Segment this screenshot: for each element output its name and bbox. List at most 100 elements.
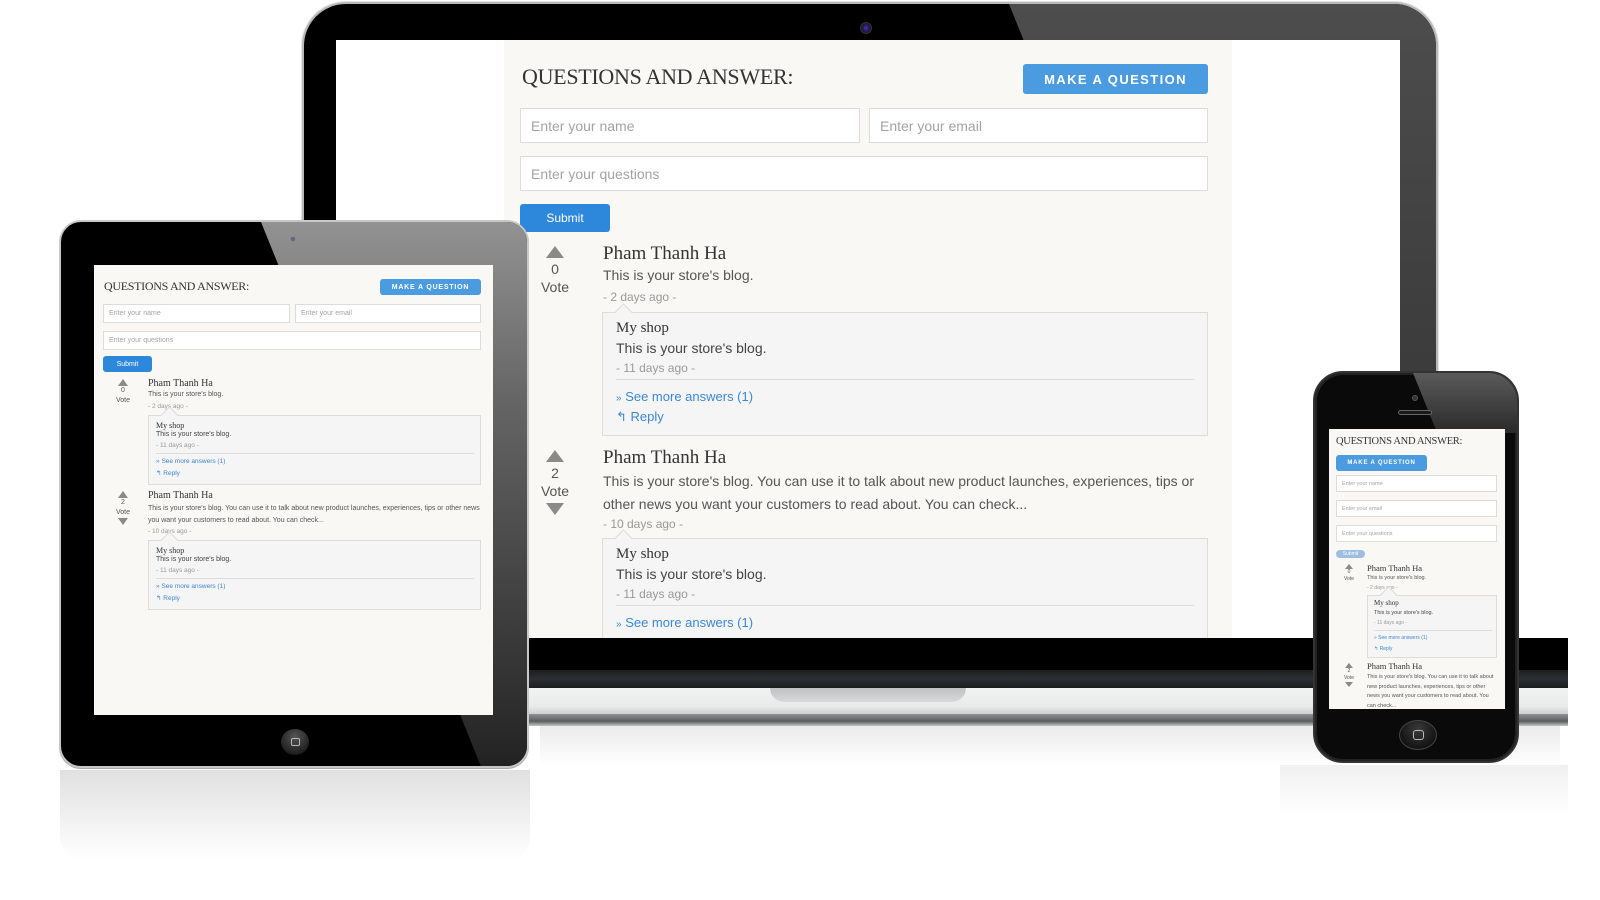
name-input[interactable]: Enter your name — [1336, 475, 1497, 492]
answer-body: This is your store's blog. — [1374, 610, 1434, 616]
reply-icon: ↰ — [156, 595, 162, 602]
vote-count: 2 — [1347, 668, 1351, 674]
question-input[interactable]: Enter your questions — [103, 331, 481, 350]
name-input[interactable]: Enter your name — [520, 108, 860, 143]
question-input[interactable]: Enter your questions — [1336, 525, 1497, 542]
tablet-home-button-icon — [281, 729, 309, 755]
make-question-button[interactable]: MAKE A QUESTION — [380, 279, 481, 295]
vote-count: 2 — [551, 465, 559, 481]
answer-box: My shop This is your store's blog. - 11 … — [148, 415, 481, 485]
see-more-answers-link[interactable]: »︎ See more answers (1) — [156, 583, 225, 590]
see-more-answers-link[interactable]: »︎ See more answers (1) — [1374, 635, 1427, 641]
reply-icon: ↰ — [1374, 646, 1379, 652]
answer-divider — [156, 578, 474, 579]
qa-page-tablet: QUESTIONS AND ANSWER: MAKE A QUESTION En… — [94, 265, 493, 715]
email-input[interactable]: Enter your email — [1336, 500, 1497, 517]
answer-divider — [156, 453, 474, 454]
submit-button[interactable]: Submit — [520, 204, 610, 232]
email-placeholder: Enter your email — [301, 310, 352, 317]
name-placeholder: Enter your name — [531, 117, 635, 134]
upvote-icon[interactable] — [118, 379, 128, 386]
vote-widget: 2 Vote — [538, 450, 572, 515]
tablet-reflection — [60, 770, 530, 860]
vote-count: 2 — [121, 499, 125, 506]
make-question-button[interactable]: MAKE A QUESTION — [1336, 455, 1427, 471]
question-input[interactable]: Enter your questions — [520, 156, 1208, 191]
downvote-icon[interactable] — [1345, 682, 1353, 687]
answer-time: - 11 days ago - — [1374, 620, 1407, 626]
phone-reflection — [1280, 765, 1568, 815]
vote-widget: 0 Vote — [1342, 564, 1356, 583]
reply-icon: ↰ — [616, 409, 627, 424]
answer-time: - 11 days ago - — [616, 587, 696, 601]
vote-label: Vote — [1343, 576, 1354, 582]
see-more-answers-link[interactable]: »︎ See more answers (1) — [616, 389, 753, 404]
email-placeholder: Enter your email — [1342, 505, 1383, 512]
reply-link[interactable]: ↰ Reply — [1374, 646, 1392, 652]
page-title: QUESTIONS AND ANSWER: — [522, 64, 794, 89]
page-title: QUESTIONS AND ANSWER: — [104, 279, 250, 293]
downvote-icon[interactable] — [118, 518, 128, 525]
email-input[interactable]: Enter your email — [869, 108, 1208, 143]
answer-author: My shop — [156, 546, 185, 555]
answer-box: My shop This is your store's blog. - 11 … — [602, 538, 1208, 638]
upvote-icon[interactable] — [118, 491, 128, 498]
phone-home-button-icon — [1399, 720, 1437, 750]
vote-widget: 2 Vote — [113, 491, 133, 525]
reply-link[interactable]: ↰ Reply — [156, 469, 180, 477]
question-body: This is your store's blog. You can use i… — [603, 473, 1195, 512]
chevron-double-down-icon: »︎ — [156, 458, 160, 465]
reply-link[interactable]: ↰ Reply — [156, 594, 180, 602]
question-placeholder: Enter your questions — [109, 337, 174, 344]
see-more-answers-link[interactable]: »︎ See more answers (1) — [156, 458, 225, 465]
vote-widget: 0 Vote — [538, 246, 572, 296]
submit-button[interactable]: Submit — [103, 356, 152, 372]
question-author: Pham Thanh Ha — [603, 243, 727, 264]
see-more-answers-link[interactable]: »︎ See more answers (1) — [616, 615, 753, 630]
phone-speaker-icon — [1398, 410, 1432, 415]
question-body: This is your store's blog. — [148, 391, 224, 398]
question-author: Pham Thanh Ha — [603, 447, 727, 468]
question-author: Pham Thanh Ha — [148, 378, 213, 389]
vote-label: Vote — [540, 483, 570, 499]
answer-box: My shop This is your store's blog. - 11 … — [1367, 595, 1497, 658]
chevron-double-down-icon: »︎ — [616, 393, 622, 404]
answer-body: This is your store's blog. — [616, 566, 767, 582]
chevron-double-down-icon: »︎ — [616, 619, 622, 630]
upvote-icon[interactable] — [546, 246, 564, 258]
phone-camera-icon — [1412, 395, 1418, 401]
make-question-button[interactable]: MAKE A QUESTION — [1023, 64, 1208, 94]
answer-divider — [616, 379, 1194, 380]
answer-time: - 11 days ago - — [156, 442, 199, 449]
vote-label: Vote — [115, 509, 130, 516]
answer-author: My shop — [616, 320, 669, 336]
answer-time: - 11 days ago - — [156, 567, 199, 574]
laptop-camera-icon — [860, 22, 872, 34]
answer-author: My shop — [616, 546, 669, 562]
question-placeholder: Enter your questions — [1342, 530, 1393, 537]
answer-author: My shop — [1374, 599, 1399, 607]
submit-button[interactable]: Submit — [1336, 550, 1365, 558]
question-body: This is your store's blog. — [603, 267, 754, 283]
vote-count: 0 — [121, 387, 125, 394]
vote-widget: 2 Vote — [1342, 663, 1356, 687]
answer-divider — [1374, 630, 1492, 631]
chevron-double-down-icon: »︎ — [156, 583, 160, 590]
vote-count: 0 — [551, 261, 559, 277]
question-time: - 2 days ago - — [603, 290, 677, 304]
answer-box: My shop This is your store's blog. - 11 … — [148, 540, 481, 610]
vote-label: Vote — [115, 397, 130, 404]
qa-page-laptop: QUESTIONS AND ANSWER: MAKE A QUESTION En… — [504, 40, 1232, 638]
name-placeholder: Enter your name — [1342, 480, 1383, 487]
email-input[interactable]: Enter your email — [295, 304, 481, 323]
qa-page-phone: QUESTIONS AND ANSWER: MAKE A QUESTION En… — [1329, 429, 1505, 709]
name-input[interactable]: Enter your name — [103, 304, 290, 323]
answer-time: - 11 days ago - — [616, 361, 696, 375]
question-author: Pham Thanh Ha — [1367, 661, 1423, 671]
reply-link[interactable]: ↰ Reply — [616, 409, 664, 425]
answer-box: My shop This is your store's blog. - 11 … — [602, 312, 1208, 436]
question-author: Pham Thanh Ha — [148, 490, 213, 501]
upvote-icon[interactable] — [546, 450, 564, 462]
downvote-icon[interactable] — [546, 503, 564, 515]
chevron-double-down-icon: »︎ — [1374, 635, 1377, 641]
